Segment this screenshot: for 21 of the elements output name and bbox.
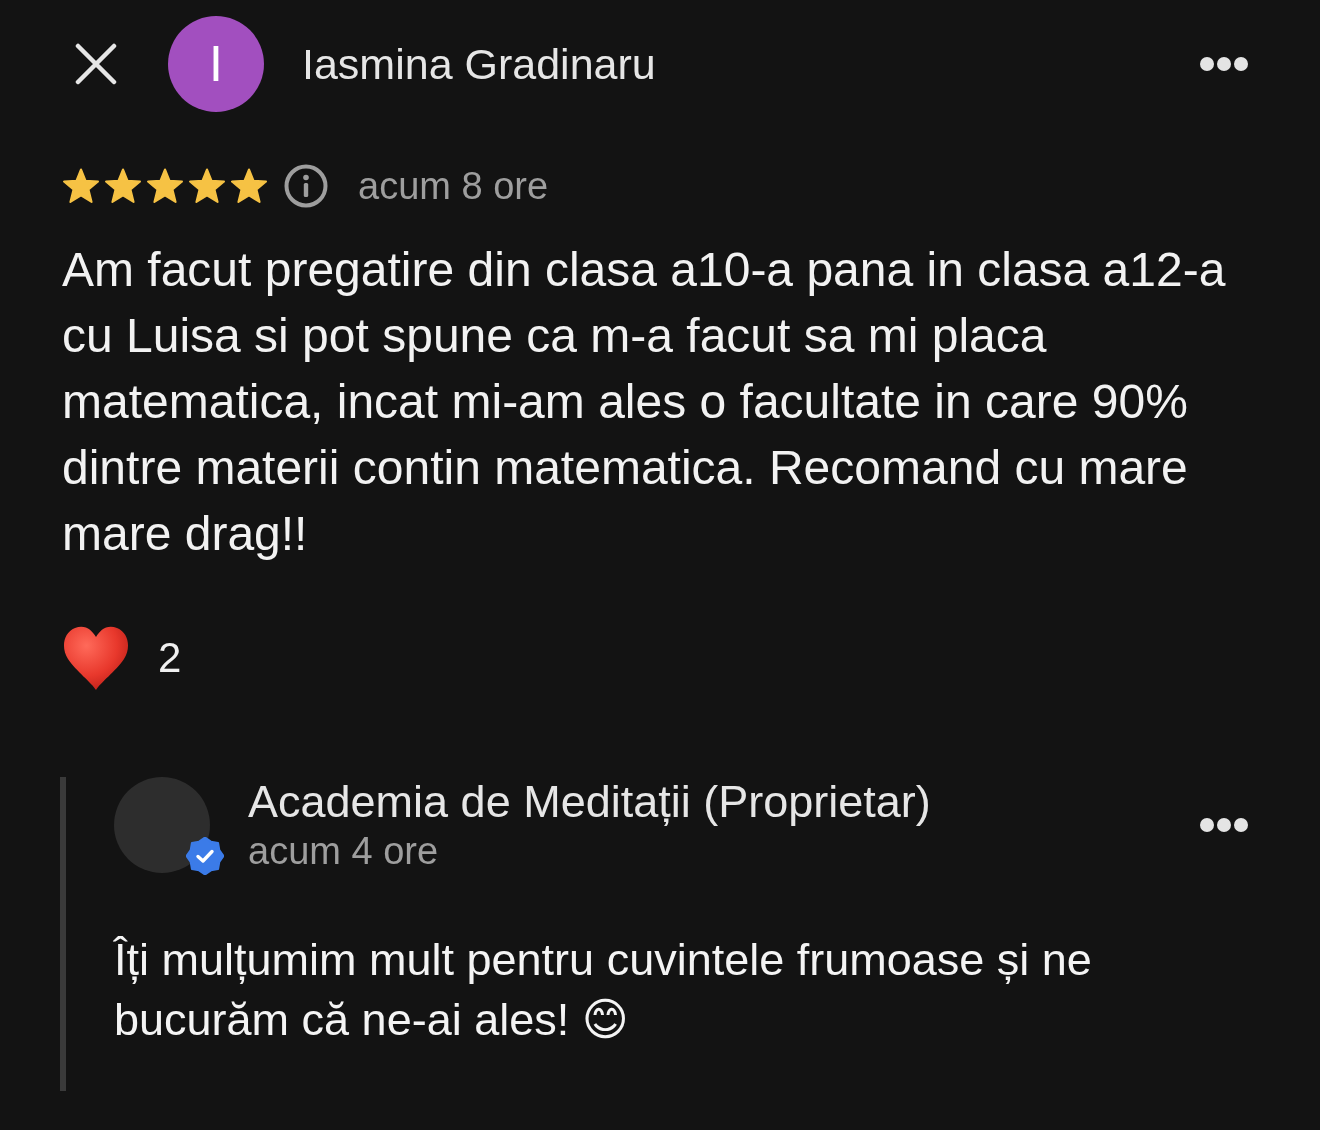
avatar: I	[168, 16, 264, 112]
more-button[interactable]	[1200, 818, 1248, 832]
more-button[interactable]	[1200, 57, 1248, 71]
author-name: Iasmina Gradinaru	[302, 39, 656, 89]
star-icon	[230, 168, 268, 204]
reply-author-name: Academia de Meditații (Proprietar)	[248, 777, 931, 827]
star-icon	[188, 168, 226, 204]
reply-text: Îți mulțumim mult pentru cuvintele frumoase și ne bucurăm că ne-ai ales! 😊	[114, 933, 1093, 1047]
reply-time: acum 4 ore	[248, 829, 440, 874]
review-text: Am facut pregatire din clasa a10-a pana in clasa a12-a cu Luisa si pot spune ca m-a facut sa mi placa matematica, incat mi-am ales o facultate in care 90% dintre materii contin matematica. Recomand cu mare mare drag!!	[62, 242, 1227, 562]
more-icon	[1200, 57, 1248, 71]
star-icon	[146, 168, 184, 204]
star-icon	[62, 168, 100, 204]
more-icon	[1200, 818, 1248, 832]
close-icon	[75, 43, 117, 85]
review-time: acum 8 ore	[358, 164, 549, 208]
close-button[interactable]	[75, 43, 117, 85]
star-icon	[104, 168, 142, 204]
info-icon[interactable]	[284, 164, 328, 208]
reaction-count: 2	[158, 634, 182, 682]
heart-icon[interactable]	[62, 625, 130, 691]
